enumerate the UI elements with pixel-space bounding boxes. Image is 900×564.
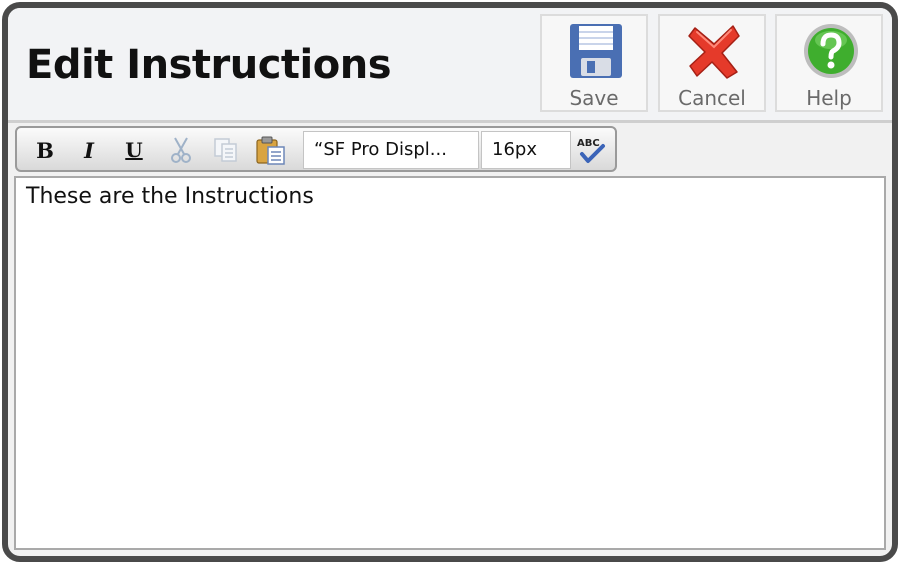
paste-icon xyxy=(256,136,285,165)
header-bar: Edit Instructions Save Cancel Help xyxy=(8,8,892,120)
copy-button[interactable] xyxy=(208,132,244,168)
spellcheck-icon: ABC xyxy=(577,138,605,163)
edit-instructions-window: Edit Instructions Save Cancel Help B I U… xyxy=(2,2,898,562)
help-button[interactable]: Help xyxy=(775,14,883,112)
copy-icon xyxy=(214,138,237,162)
red-x-icon xyxy=(688,25,740,79)
cut-button[interactable] xyxy=(163,132,199,168)
italic-button[interactable]: I xyxy=(71,132,107,168)
spellcheck-abc-text: ABC xyxy=(577,138,600,149)
cancel-button[interactable]: Cancel xyxy=(658,14,766,112)
help-question-icon xyxy=(804,24,858,78)
instructions-editor[interactable]: These are the Instructions xyxy=(14,176,886,550)
paste-button[interactable] xyxy=(253,132,289,168)
spellcheck-button[interactable]: ABC xyxy=(573,132,609,168)
font-family-select[interactable]: “SF Pro Displ... xyxy=(303,131,479,169)
save-button[interactable]: Save xyxy=(540,14,648,112)
bold-button[interactable]: B xyxy=(27,132,63,168)
scissors-icon xyxy=(171,137,191,163)
font-size-select[interactable]: 16px xyxy=(481,131,571,169)
save-label: Save xyxy=(569,86,619,110)
underline-button[interactable]: U xyxy=(116,132,152,168)
formatting-toolbar: B I U “SF Pro Displ... 16px ABC xyxy=(15,126,617,172)
help-label: Help xyxy=(806,86,852,110)
header-divider xyxy=(8,120,892,123)
page-title: Edit Instructions xyxy=(26,42,392,88)
cancel-label: Cancel xyxy=(678,86,746,110)
floppy-disk-icon xyxy=(570,24,622,78)
